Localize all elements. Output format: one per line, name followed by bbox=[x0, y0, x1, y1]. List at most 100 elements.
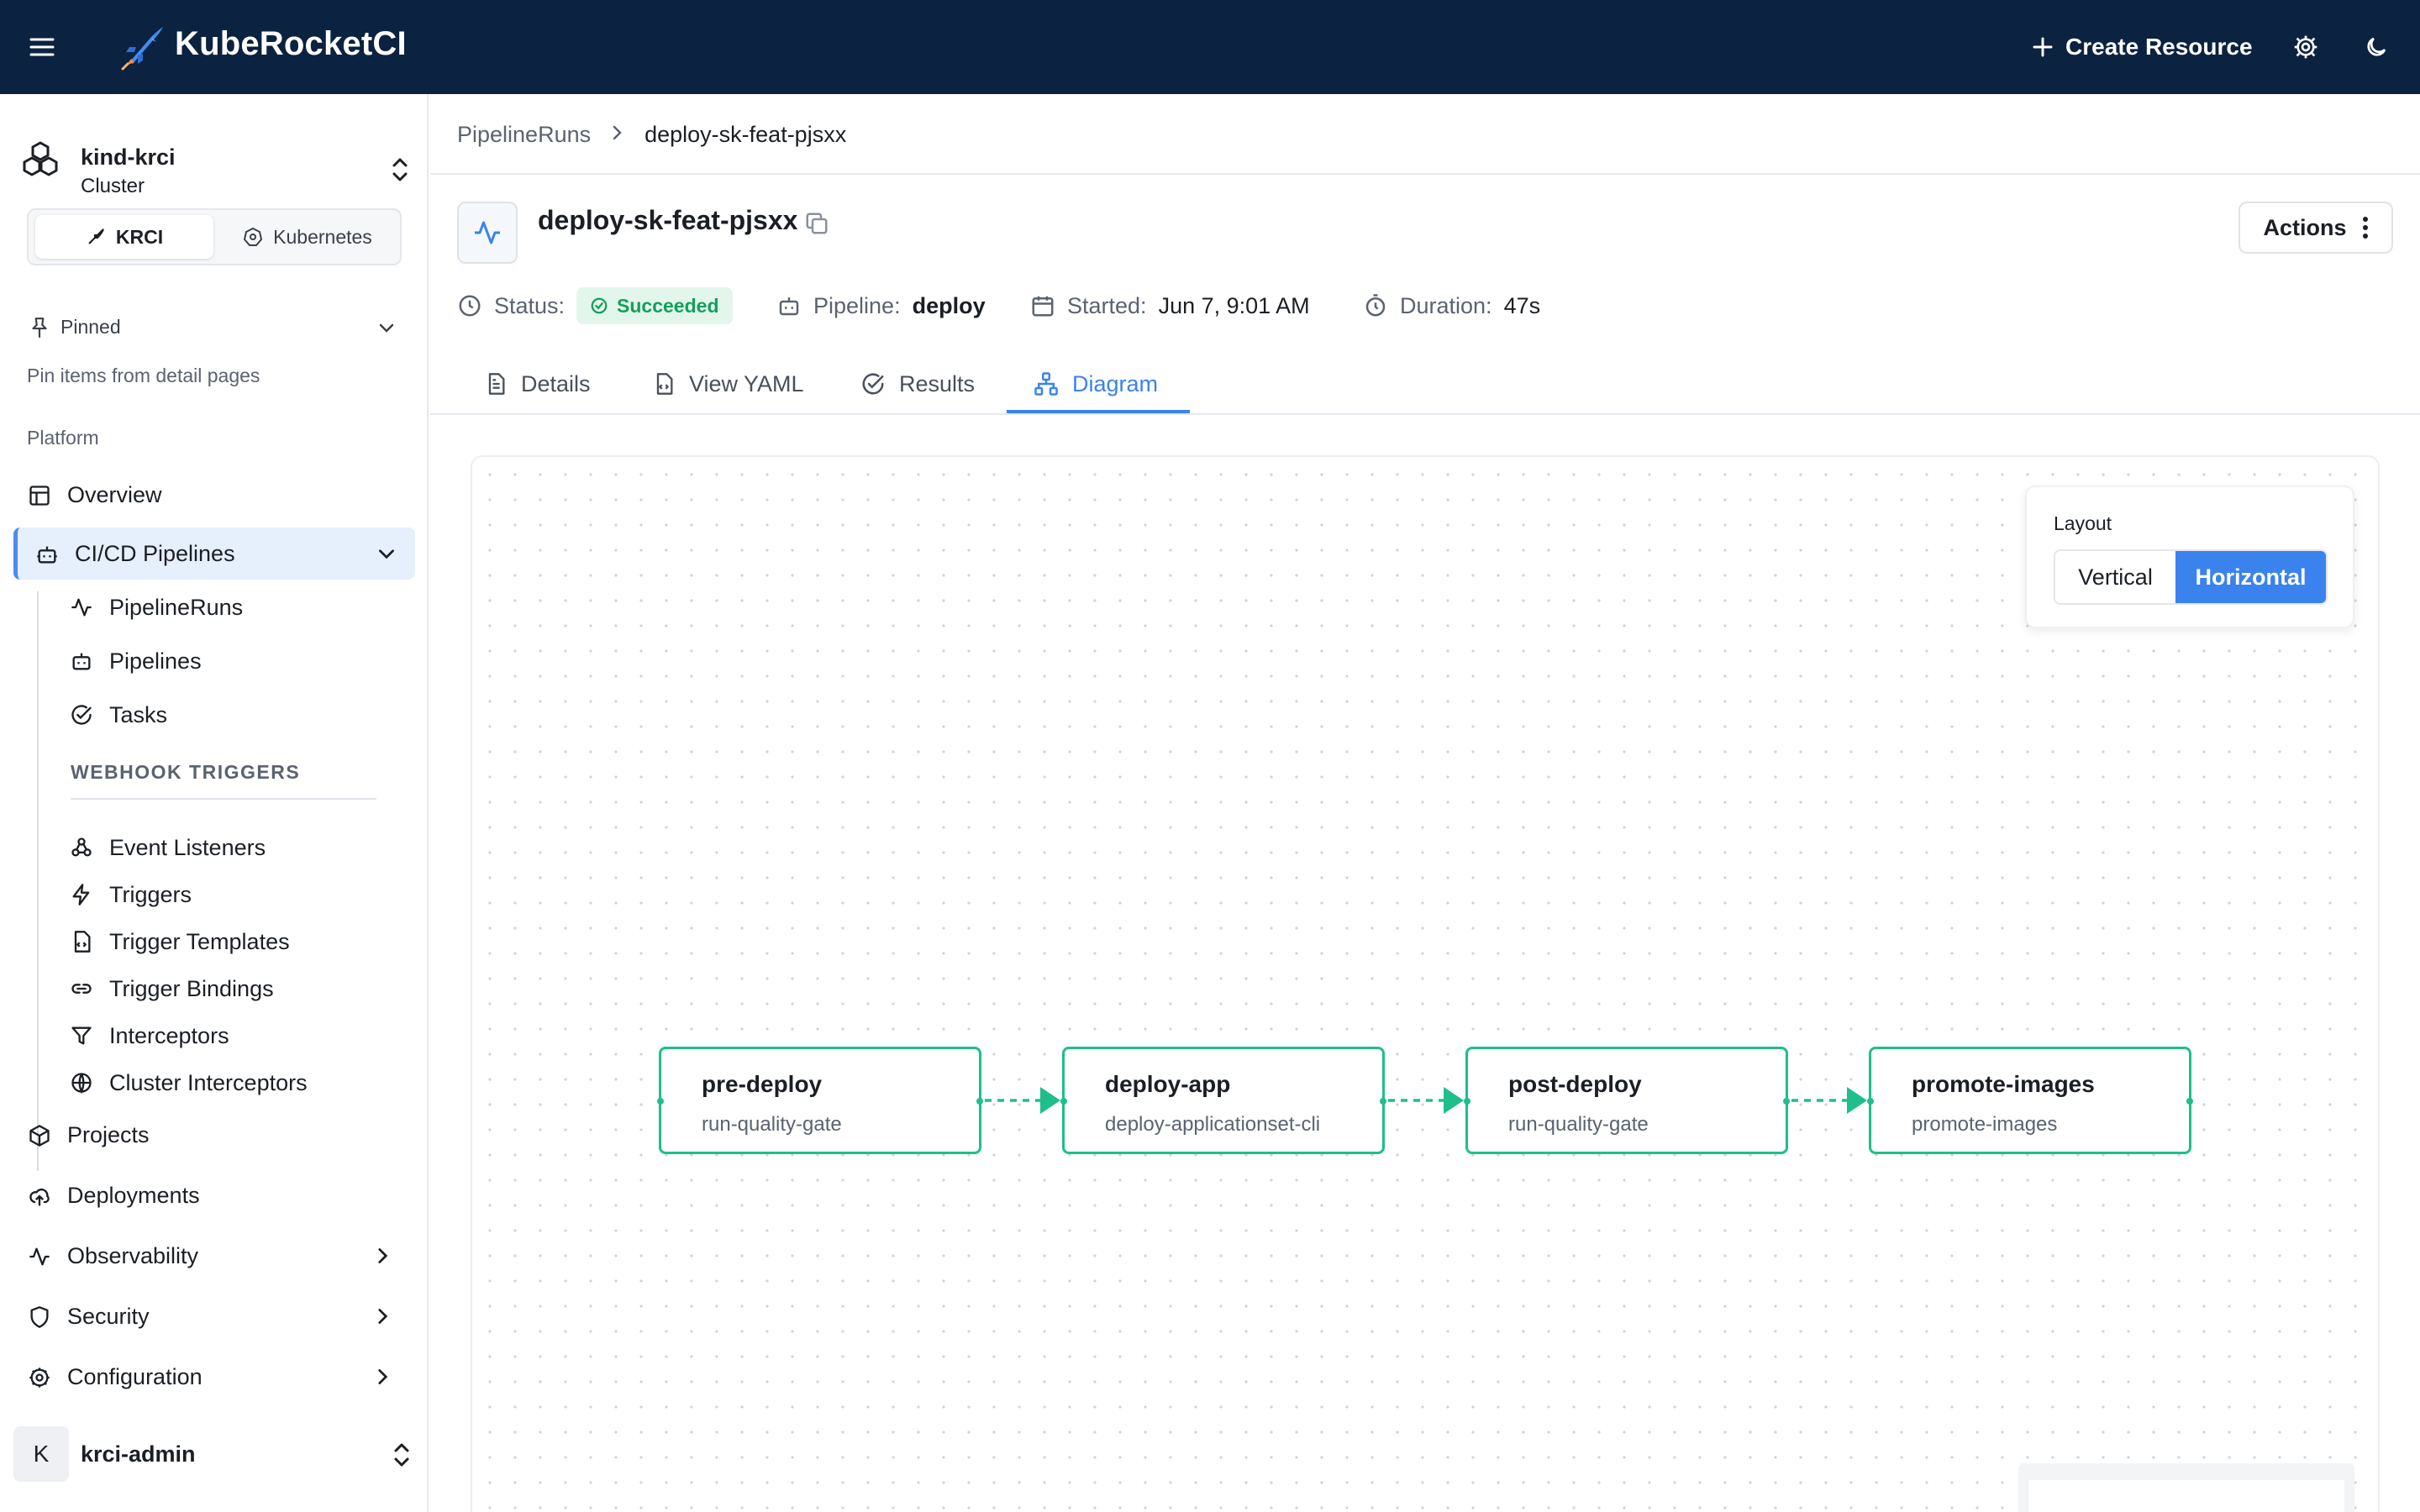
sidebar-subitem-label: Tasks bbox=[109, 702, 168, 727]
tab-diagram[interactable]: Diagram bbox=[1034, 353, 1158, 415]
bot-icon bbox=[69, 648, 94, 674]
theme-moon-icon[interactable] bbox=[2360, 30, 2393, 64]
tab-results[interactable]: Results bbox=[860, 353, 975, 415]
sidebar-item-overview[interactable]: Overview bbox=[13, 469, 415, 521]
settings-gear-icon[interactable] bbox=[2289, 30, 2323, 64]
sidebar-subitem-label: PipelineRuns bbox=[109, 595, 244, 620]
node-subtitle: run-quality-gate bbox=[1508, 1113, 1649, 1136]
node-input-handle bbox=[1464, 1098, 1470, 1105]
chevron-up-down-icon[interactable] bbox=[390, 1440, 413, 1474]
layout-label: Layout bbox=[2054, 512, 2112, 534]
tab-label: Results bbox=[899, 370, 976, 396]
check-circle-icon bbox=[591, 297, 608, 314]
layout-vertical-button[interactable]: Vertical bbox=[2055, 551, 2176, 603]
sidebar-item-projects[interactable]: Projects bbox=[13, 1109, 415, 1161]
sidebar-item-deployments[interactable]: Deployments bbox=[13, 1169, 415, 1221]
check-circle-icon bbox=[69, 702, 94, 727]
meta-pipeline: Pipeline: deploy bbox=[776, 289, 986, 323]
diagram-minimap[interactable] bbox=[2018, 1463, 2354, 1512]
sidebar-subitem-interceptors[interactable]: Interceptors bbox=[54, 1015, 407, 1055]
sidebar-subitem-pipelineruns[interactable]: PipelineRuns bbox=[54, 586, 407, 627]
status-label: Status: bbox=[494, 292, 566, 318]
create-resource-label: Create Resource bbox=[2065, 34, 2253, 60]
pipeline-node-promote-images[interactable]: promote-images promote-images bbox=[1867, 1047, 2193, 1154]
meta-duration: Duration: 47s bbox=[1363, 289, 1540, 323]
meta-status: Status: Succeeded bbox=[457, 287, 733, 324]
sidebar-subitem-cluster-interceptors[interactable]: Cluster Interceptors bbox=[54, 1062, 407, 1102]
user-menu[interactable]: K krci-admin bbox=[13, 1426, 415, 1487]
node-title: pre-deploy bbox=[702, 1071, 823, 1097]
filter-icon bbox=[69, 1023, 94, 1048]
sidebar-subitem-event-listeners[interactable]: Event Listeners bbox=[54, 827, 407, 867]
submenu-tree-line bbox=[37, 591, 39, 1171]
hamburger-menu-icon[interactable] bbox=[24, 29, 60, 66]
header-divider bbox=[430, 173, 2420, 175]
sidebar-subitem-label: Trigger Bindings bbox=[109, 976, 274, 1001]
pipeline-node-post-deploy[interactable]: post-deploy run-quality-gate bbox=[1464, 1047, 1790, 1154]
tab-view-yaml[interactable]: View YAML bbox=[652, 353, 804, 415]
pipeline-node-deploy-app[interactable]: deploy-app deploy-applicationset-cli bbox=[1060, 1047, 1386, 1154]
cluster-cubes-icon bbox=[20, 138, 60, 178]
cluster-name: kind-krci bbox=[81, 144, 176, 170]
sidebar-subitem-trigger-templates[interactable]: Trigger Templates bbox=[54, 921, 407, 961]
sidebar-item-label: Security bbox=[67, 1303, 150, 1329]
edge-arrowhead bbox=[1847, 1087, 1867, 1114]
sidebar-subitem-trigger-bindings[interactable]: Trigger Bindings bbox=[54, 968, 407, 1008]
create-resource-button[interactable]: Create Resource bbox=[2032, 29, 2253, 66]
layout-panel: Layout Vertical Horizontal bbox=[2025, 486, 2354, 628]
node-subtitle: run-quality-gate bbox=[702, 1113, 842, 1136]
breadcrumb-parent-link[interactable]: PipelineRuns bbox=[457, 122, 591, 148]
sidebar-item-cicd-pipelines[interactable]: CI/CD Pipelines bbox=[13, 528, 415, 580]
edge-arrowhead bbox=[1444, 1087, 1464, 1114]
activity-icon bbox=[69, 595, 94, 620]
page-title: deploy-sk-feat-pjsxx bbox=[538, 205, 798, 235]
sidebar-subitem-label: Interceptors bbox=[109, 1023, 229, 1048]
pinned-section-toggle[interactable]: Pinned bbox=[27, 311, 402, 344]
sidebar-subitem-pipelines[interactable]: Pipelines bbox=[54, 640, 407, 680]
node-input-handle bbox=[1060, 1098, 1067, 1105]
cluster-selector[interactable]: kind-krci Cluster bbox=[18, 119, 413, 197]
status-value: Succeeded bbox=[617, 294, 719, 317]
node-title: post-deploy bbox=[1508, 1071, 1642, 1097]
active-tab-indicator bbox=[1007, 410, 1190, 413]
check-circle-icon bbox=[862, 373, 884, 395]
mode-krci-label: KRCI bbox=[115, 225, 164, 248]
bot-icon bbox=[779, 297, 799, 316]
chevron-up-down-icon[interactable] bbox=[388, 155, 413, 185]
edge-arrowhead bbox=[1040, 1087, 1060, 1114]
app-brand[interactable]: KubeRocketCI bbox=[175, 25, 407, 63]
status-badge: Succeeded bbox=[576, 287, 733, 324]
breadcrumb: PipelineRuns deploy-sk-feat-pjsxx bbox=[457, 119, 846, 150]
node-input-handle bbox=[1867, 1098, 1874, 1105]
network-icon bbox=[1034, 372, 1058, 396]
sidebar-item-observability[interactable]: Observability bbox=[13, 1230, 415, 1282]
timer-icon bbox=[1365, 294, 1386, 317]
node-output-handle bbox=[1380, 1098, 1386, 1105]
webhook-triggers-heading: WEBHOOK TRIGGERS bbox=[71, 761, 301, 783]
mode-switch: KRCI Kubernetes bbox=[27, 208, 402, 265]
kubernetes-icon bbox=[244, 227, 263, 246]
rocket-logo-icon[interactable] bbox=[118, 22, 168, 72]
sidebar-subitem-triggers[interactable]: Triggers bbox=[54, 874, 407, 914]
layout-horizontal-button[interactable]: Horizontal bbox=[2175, 551, 2326, 603]
mode-krci-tab[interactable]: KRCI bbox=[35, 215, 213, 259]
file-code-icon bbox=[69, 929, 94, 954]
copy-icon[interactable] bbox=[802, 208, 832, 239]
sidebar-item-security[interactable]: Security bbox=[13, 1290, 415, 1342]
actions-button[interactable]: Actions bbox=[2238, 202, 2393, 254]
pipeline-value-link[interactable]: deploy bbox=[913, 293, 986, 319]
pipeline-node-pre-deploy[interactable]: pre-deploy run-quality-gate bbox=[657, 1047, 983, 1154]
mode-kubernetes-tab[interactable]: Kubernetes bbox=[218, 215, 397, 259]
chevron-right-icon bbox=[609, 122, 626, 148]
tab-details[interactable]: Details bbox=[484, 353, 591, 415]
node-title: deploy-app bbox=[1105, 1071, 1231, 1097]
sidebar-item-configuration[interactable]: Configuration bbox=[13, 1351, 415, 1403]
layout-toggle: Vertical Horizontal bbox=[2054, 549, 2328, 605]
layout-grid-icon bbox=[27, 483, 52, 508]
diagram-canvas[interactable]: pre-deploy run-quality-gate deploy-app d… bbox=[471, 455, 2380, 1512]
sidebar-subitem-label: Pipelines bbox=[109, 648, 202, 674]
sidebar-subitem-tasks[interactable]: Tasks bbox=[54, 694, 407, 734]
tab-label: Diagram bbox=[1072, 370, 1159, 396]
pinned-hint: Pin items from detail pages bbox=[27, 365, 260, 386]
avatar: K bbox=[13, 1426, 69, 1482]
